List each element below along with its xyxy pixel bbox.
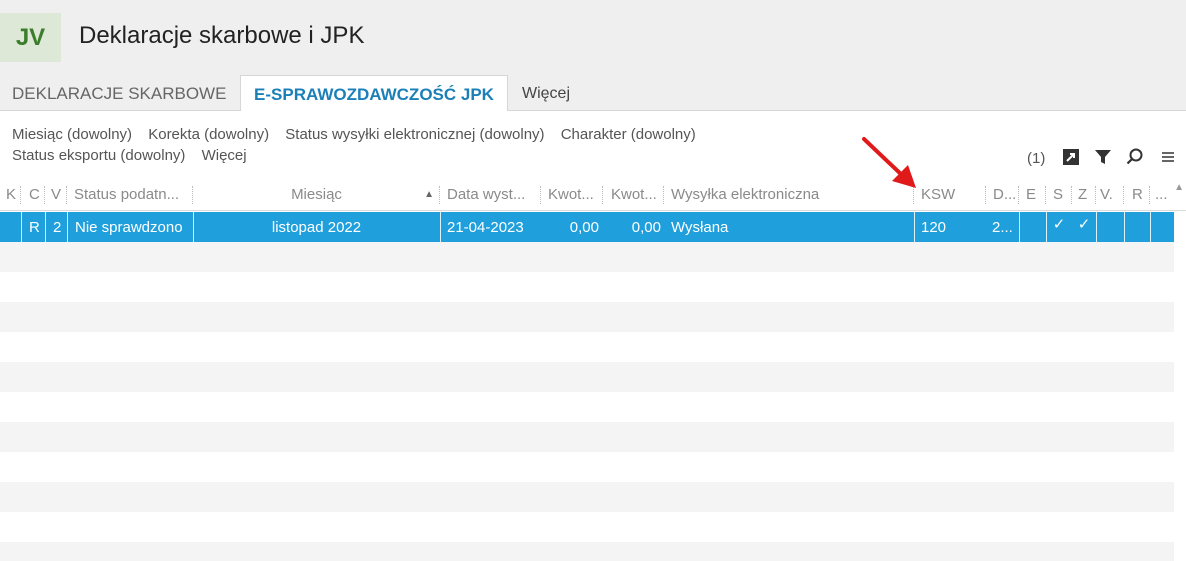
filter-charakter[interactable]: Charakter (dowolny)	[561, 126, 696, 143]
column-divider	[1150, 212, 1151, 242]
column-header-status[interactable]: Status podatn...	[67, 180, 193, 210]
cell-r	[1124, 212, 1150, 242]
empty-row	[0, 452, 1174, 482]
app-header: JV Deklaracje skarbowe i JPK	[0, 0, 1186, 75]
empty-row	[0, 422, 1174, 452]
column-header-v[interactable]: V	[45, 180, 67, 210]
cell-k	[0, 212, 21, 242]
cell-status: Nie sprawdzono	[75, 219, 183, 236]
sort-ascending-icon: ▲	[424, 189, 434, 200]
page-title: Deklaracje skarbowe i JPK	[79, 22, 365, 49]
export-icon[interactable]	[1061, 147, 1081, 167]
check-icon[interactable]: ✓	[1072, 212, 1096, 242]
filter-icon[interactable]	[1093, 147, 1113, 167]
table-row[interactable]: R 2 Nie sprawdzono listopad 2022 21-04-2…	[0, 212, 1174, 242]
tab-bar: DEKLARACJE SKARBOWE E-SPRAWOZDAWCZOŚĆ JP…	[0, 75, 1186, 111]
tab-deklaracje-skarbowe[interactable]: DEKLARACJE SKARBOWE	[12, 75, 226, 110]
cell-v2	[1096, 212, 1124, 242]
column-header-data-wystawienia[interactable]: Data wyst...	[440, 180, 541, 210]
cell-kwota-2: 0,00	[631, 219, 661, 236]
column-header-z[interactable]: Z	[1072, 180, 1096, 210]
column-header-d[interactable]: D...	[986, 180, 1019, 210]
column-header-miesiac[interactable]: Miesiąc ▲	[193, 180, 440, 210]
cell-c: R	[29, 219, 40, 236]
column-header-e[interactable]: E	[1019, 180, 1046, 210]
column-header-v2[interactable]: V.	[1096, 180, 1124, 210]
tab-wiecej[interactable]: Więcej	[522, 75, 570, 110]
column-header-more[interactable]: ...	[1150, 180, 1174, 210]
column-header-kwota-2[interactable]: Kwot...	[603, 180, 664, 210]
column-header-kwota-1[interactable]: Kwot...	[541, 180, 603, 210]
filter-status-eksportu[interactable]: Status eksportu (dowolny)	[12, 147, 185, 164]
filter-miesiac[interactable]: Miesiąc (dowolny)	[12, 126, 132, 143]
empty-row	[0, 272, 1174, 302]
filter-row: Status eksportu (dowolny) Więcej	[12, 147, 259, 164]
check-icon[interactable]: ✓	[1046, 212, 1072, 242]
column-header-k[interactable]: K	[0, 180, 21, 210]
table-header: K C V Status podatn... Miesiąc ▲ Data wy…	[0, 180, 1186, 211]
column-header-c[interactable]: C	[21, 180, 45, 210]
empty-row	[0, 392, 1174, 422]
cell-kwota-1: 0,00	[569, 219, 599, 236]
empty-row	[0, 332, 1174, 362]
scroll-up-icon[interactable]: ▲	[1174, 182, 1184, 193]
cell-d: 2...	[992, 219, 1013, 236]
cell-ksw: 120	[921, 219, 947, 236]
cell-data: 21-04-2023	[447, 219, 524, 236]
empty-row	[0, 302, 1174, 332]
empty-row	[0, 242, 1174, 272]
cell-e	[1019, 212, 1046, 242]
menu-icon[interactable]	[1158, 147, 1178, 167]
empty-row	[0, 482, 1174, 512]
filter-korekta[interactable]: Korekta (dowolny)	[148, 126, 269, 143]
column-header-miesiac-label: Miesiąc	[291, 186, 342, 203]
filter-status-wysylki[interactable]: Status wysyłki elektronicznej (dowolny)	[285, 126, 544, 143]
filter-row: Miesiąc (dowolny) Korekta (dowolny) Stat…	[12, 126, 708, 143]
cell-v: 2	[53, 219, 62, 236]
empty-row	[0, 512, 1174, 542]
column-header-r[interactable]: R	[1124, 180, 1150, 210]
column-header-ksw[interactable]: KSW	[914, 180, 986, 210]
empty-row	[0, 542, 1174, 561]
cell-miesiac: listopad 2022	[271, 219, 362, 236]
record-count: (1)	[1027, 150, 1046, 167]
annotation-arrow-icon	[862, 137, 916, 188]
search-icon[interactable]	[1125, 147, 1145, 167]
column-header-s[interactable]: S	[1046, 180, 1072, 210]
tab-e-sprawozdawczosc-jpk[interactable]: E-SPRAWOZDAWCZOŚĆ JPK	[240, 75, 508, 111]
app-logo: JV	[0, 13, 61, 62]
empty-row	[0, 362, 1174, 392]
filter-wiecej[interactable]: Więcej	[202, 147, 247, 164]
cell-wysylka: Wysłana	[671, 219, 729, 236]
